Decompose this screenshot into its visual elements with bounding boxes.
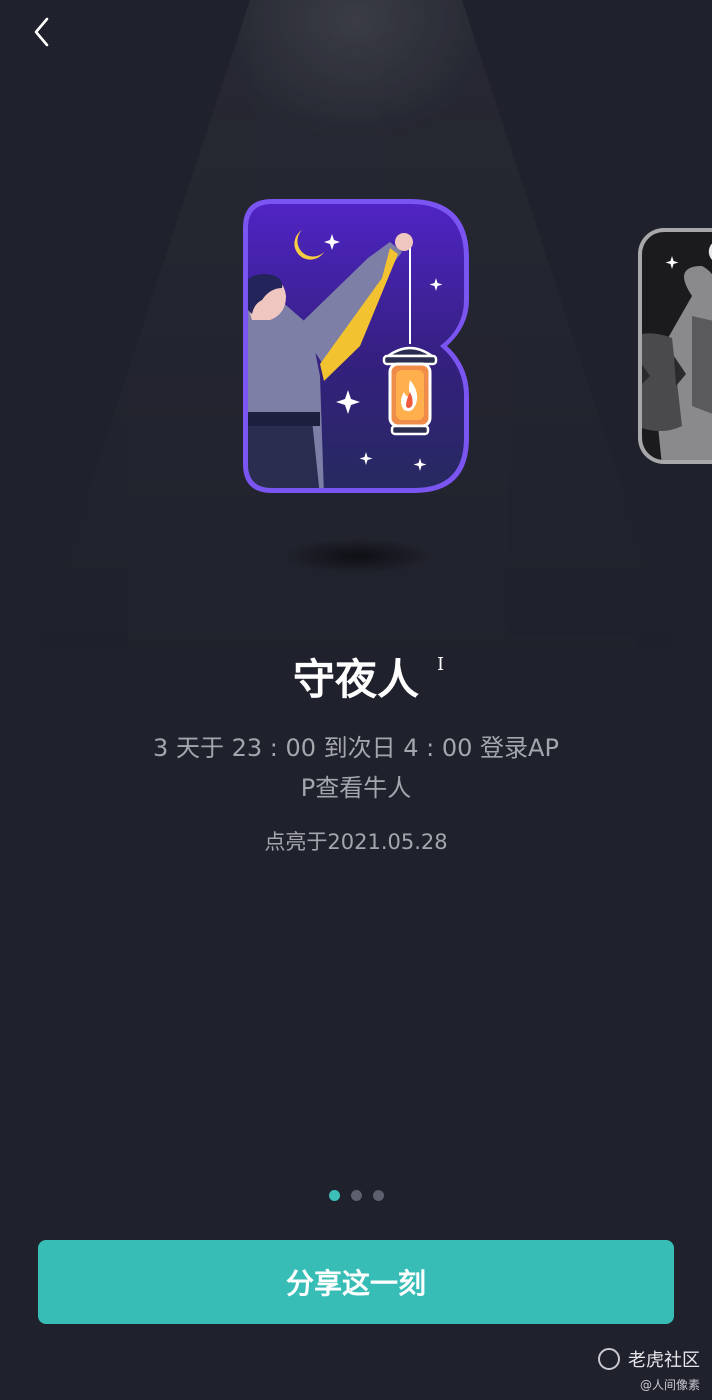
badge-lit-date: 点亮于2021.05.28 [264,830,448,854]
back-button[interactable] [24,14,60,50]
page-dot-3[interactable] [372,1190,384,1201]
night-watchman-badge[interactable] [240,196,472,496]
badge-title: 守夜人 [292,655,419,704]
watermark-credit: @人间像素 [640,1378,701,1392]
page-dot-2[interactable] [350,1190,362,1201]
tiger-logo-icon [598,1348,620,1370]
watermark: 老虎社区 [598,1346,700,1372]
share-button[interactable]: 分享这一刻 [38,1240,674,1324]
next-badge-preview[interactable] [632,226,712,466]
badge-description: 3 天于 23 : 00 到次日 4 : 00 登录APP查看牛人 [153,734,559,802]
page-dot-1[interactable] [328,1190,340,1201]
badge-shadow [280,538,436,574]
text-cursor-icon: I [437,654,445,675]
page-indicator [0,1190,712,1201]
watermark-brand: 老虎社区 [628,1350,700,1371]
chevron-left-icon [34,17,49,47]
